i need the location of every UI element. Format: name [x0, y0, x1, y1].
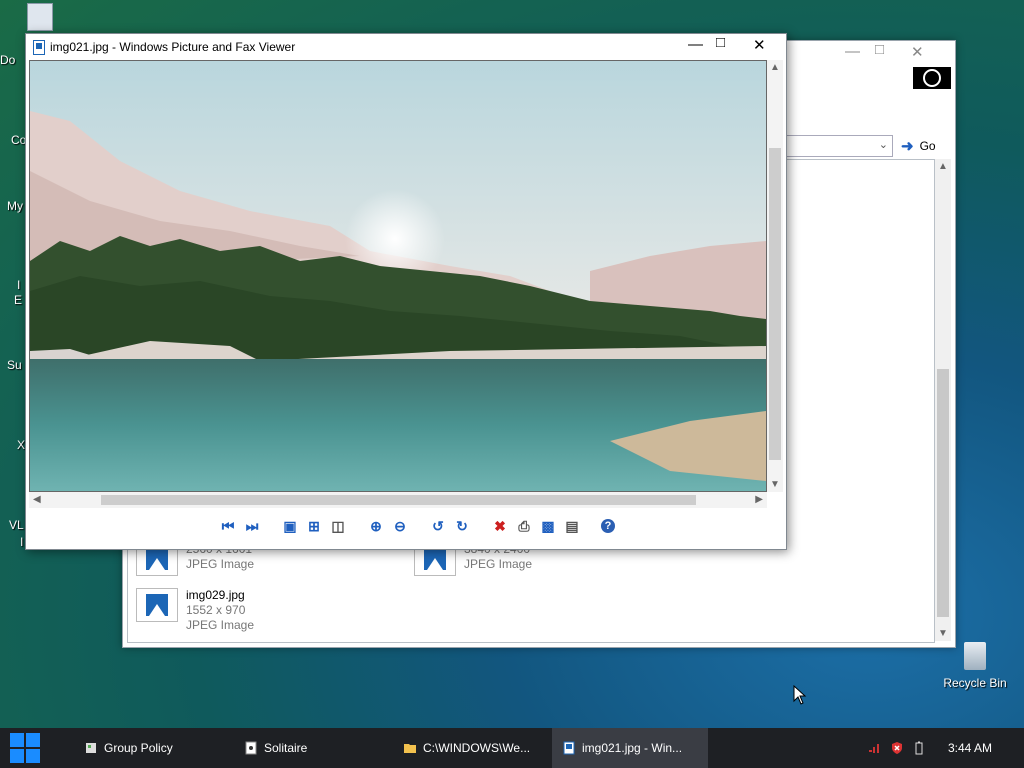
viewer-horizontal-scrollbar[interactable]: ◀ ▶: [29, 492, 767, 508]
rotate-counterclockwise-icon[interactable]: ↺: [429, 517, 447, 535]
print-icon[interactable]: ⎙: [515, 517, 533, 535]
desktop-label-8[interactable]: VL: [9, 518, 25, 532]
go-label: Go: [919, 139, 936, 153]
taskbar-item-label: img021.jpg - Win...: [582, 741, 683, 755]
taskbar-item-solitaire[interactable]: Solitaire: [234, 728, 384, 768]
file-dimensions: 1552 x 970: [186, 603, 246, 617]
scrollbar-thumb[interactable]: [937, 369, 949, 617]
desktop-icon-recycle-bin[interactable]: Recycle Bin: [940, 642, 1010, 690]
group-policy-icon: [86, 743, 96, 753]
chevron-down-icon[interactable]: ⌄: [879, 138, 888, 151]
taskbar-item-explorer[interactable]: C:\WINDOWS\We...: [393, 728, 543, 768]
taskbar: Group Policy Solitaire C:\WINDOWS\We... …: [0, 728, 1024, 768]
taskbar-item-picture-viewer[interactable]: img021.jpg - Win...: [552, 728, 708, 768]
zoom-out-icon[interactable]: ⊖: [391, 517, 409, 535]
rotate-clockwise-icon[interactable]: ↻: [453, 517, 471, 535]
landscape-image: [30, 61, 766, 491]
explorer-caption-buttons: — □ ✕: [835, 41, 955, 63]
scroll-up-icon[interactable]: ▲: [770, 62, 780, 73]
desktop-label-2[interactable]: Co: [11, 133, 25, 147]
go-arrow-icon: ➜: [901, 138, 914, 155]
start-button[interactable]: [10, 733, 40, 763]
scroll-left-icon[interactable]: ◀: [33, 494, 41, 505]
previous-image-icon[interactable]: ⏮: [219, 517, 237, 535]
solitaire-icon: [245, 741, 257, 755]
image-display[interactable]: [29, 60, 767, 492]
slideshow-icon[interactable]: ◫: [329, 517, 347, 535]
actual-size-icon[interactable]: ⊞: [305, 517, 323, 535]
desktop-icon-doc[interactable]: [27, 3, 53, 31]
desktop-label-5[interactable]: E: [14, 293, 25, 307]
explorer-vertical-scrollbar[interactable]: ▲ ▼: [935, 159, 951, 641]
desktop-label-6[interactable]: Su: [7, 358, 25, 372]
clock[interactable]: 3:44 AM: [948, 741, 992, 755]
desktop-label-7[interactable]: X: [17, 438, 25, 452]
minimize-button[interactable]: —: [688, 36, 703, 53]
address-bar[interactable]: ⌄: [783, 135, 893, 157]
scrollbar-thumb[interactable]: [769, 148, 781, 460]
viewer-vertical-scrollbar[interactable]: ▲ ▼: [767, 60, 783, 492]
next-image-icon[interactable]: ⏭: [243, 517, 261, 535]
minimize-button[interactable]: —: [845, 43, 860, 60]
network-warning-icon[interactable]: [868, 741, 882, 755]
recycle-bin-label: Recycle Bin: [943, 676, 1007, 690]
taskbar-item-group-policy[interactable]: Group Policy: [74, 728, 224, 768]
scroll-right-icon[interactable]: ▶: [755, 494, 763, 505]
best-fit-icon[interactable]: ▣: [281, 517, 299, 535]
scroll-down-icon[interactable]: ▼: [938, 628, 948, 639]
folder-icon: [404, 744, 416, 753]
list-item[interactable]: img029.jpg 1552 x 970 JPEG Image: [136, 588, 254, 633]
help-icon[interactable]: ?: [601, 519, 615, 533]
scrollbar-thumb[interactable]: [101, 495, 696, 505]
picture-viewer-icon: [563, 741, 575, 755]
mouse-cursor-icon: [793, 685, 807, 705]
windows-logo-icon: [10, 733, 24, 747]
search-button[interactable]: [913, 67, 951, 89]
maximize-button[interactable]: □: [716, 34, 725, 51]
close-button[interactable]: ✕: [911, 43, 924, 61]
maximize-button[interactable]: □: [875, 41, 884, 58]
jpeg-file-icon: [136, 588, 178, 622]
open-with-icon[interactable]: ▤: [563, 517, 581, 535]
delete-icon[interactable]: ✖: [491, 517, 509, 535]
system-tray: 3:44 AM: [868, 728, 1024, 768]
recycle-bin-icon: [964, 642, 986, 670]
taskbar-item-label: C:\WINDOWS\We...: [423, 741, 531, 755]
desktop-label-1[interactable]: Do: [0, 53, 25, 67]
scroll-down-icon[interactable]: ▼: [770, 479, 780, 490]
search-icon: [923, 69, 941, 87]
desktop-label-4[interactable]: I: [17, 278, 25, 292]
file-type: JPEG Image: [186, 618, 255, 632]
zoom-in-icon[interactable]: ⊕: [367, 517, 385, 535]
picture-viewer-icon: [33, 40, 45, 55]
desktop-label-3[interactable]: My: [7, 199, 25, 213]
close-button[interactable]: ✕: [753, 36, 766, 54]
picture-viewer-window[interactable]: img021.jpg - Windows Picture and Fax Vie…: [25, 33, 787, 550]
viewer-title-bar[interactable]: img021.jpg - Windows Picture and Fax Vie…: [26, 34, 786, 60]
taskbar-item-label: Solitaire: [264, 741, 308, 755]
scroll-up-icon[interactable]: ▲: [938, 161, 948, 172]
file-type: JPEG Image: [464, 557, 533, 571]
security-alert-icon[interactable]: [890, 741, 904, 755]
save-icon[interactable]: ▩: [539, 517, 557, 535]
viewer-toolbar: ⏮ ⏭ ▣ ⊞ ◫ ⊕ ⊖ ↺ ↻ ✖ ⎙ ▩ ▤ ?: [219, 516, 615, 536]
battery-icon[interactable]: [912, 741, 926, 755]
taskbar-item-label: Group Policy: [104, 741, 173, 755]
file-name: img029.jpg: [186, 588, 245, 602]
go-button[interactable]: ➜ Go: [901, 136, 936, 156]
file-type: JPEG Image: [186, 557, 255, 571]
window-title: img021.jpg - Windows Picture and Fax Vie…: [50, 40, 296, 54]
